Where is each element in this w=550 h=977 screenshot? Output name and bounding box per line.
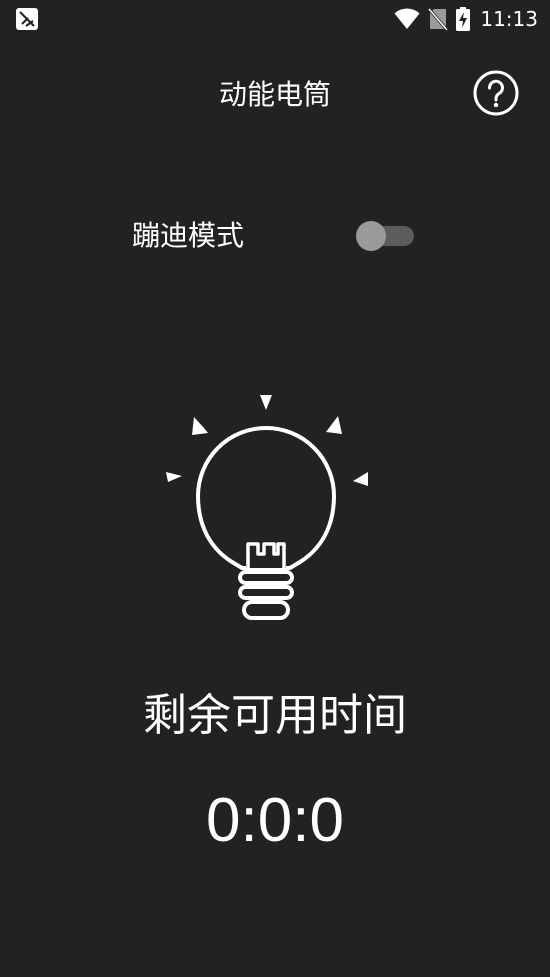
help-button[interactable] (473, 70, 519, 116)
light-bulb-icon (166, 395, 368, 620)
remaining-time-label: 剩余可用时间 (143, 690, 407, 741)
wifi-icon (394, 8, 420, 29)
remaining-time-value: 0:0:0 (206, 786, 344, 855)
disco-mode-toggle[interactable] (356, 220, 416, 252)
status-icons: 11:13 (394, 6, 538, 32)
no-sim-icon (428, 8, 449, 31)
flashlight-bulb[interactable] (160, 390, 380, 630)
question-circle-icon (473, 70, 519, 116)
status-bar: 11:13 (0, 0, 550, 40)
status-time: 11:13 (480, 7, 538, 31)
page-title: 动能电筒 (218, 78, 331, 111)
battery-charging-icon (456, 7, 471, 31)
notification-app-icon (16, 8, 38, 30)
disco-mode-label: 蹦迪模式 (132, 219, 245, 252)
toggle-thumb (356, 221, 386, 251)
